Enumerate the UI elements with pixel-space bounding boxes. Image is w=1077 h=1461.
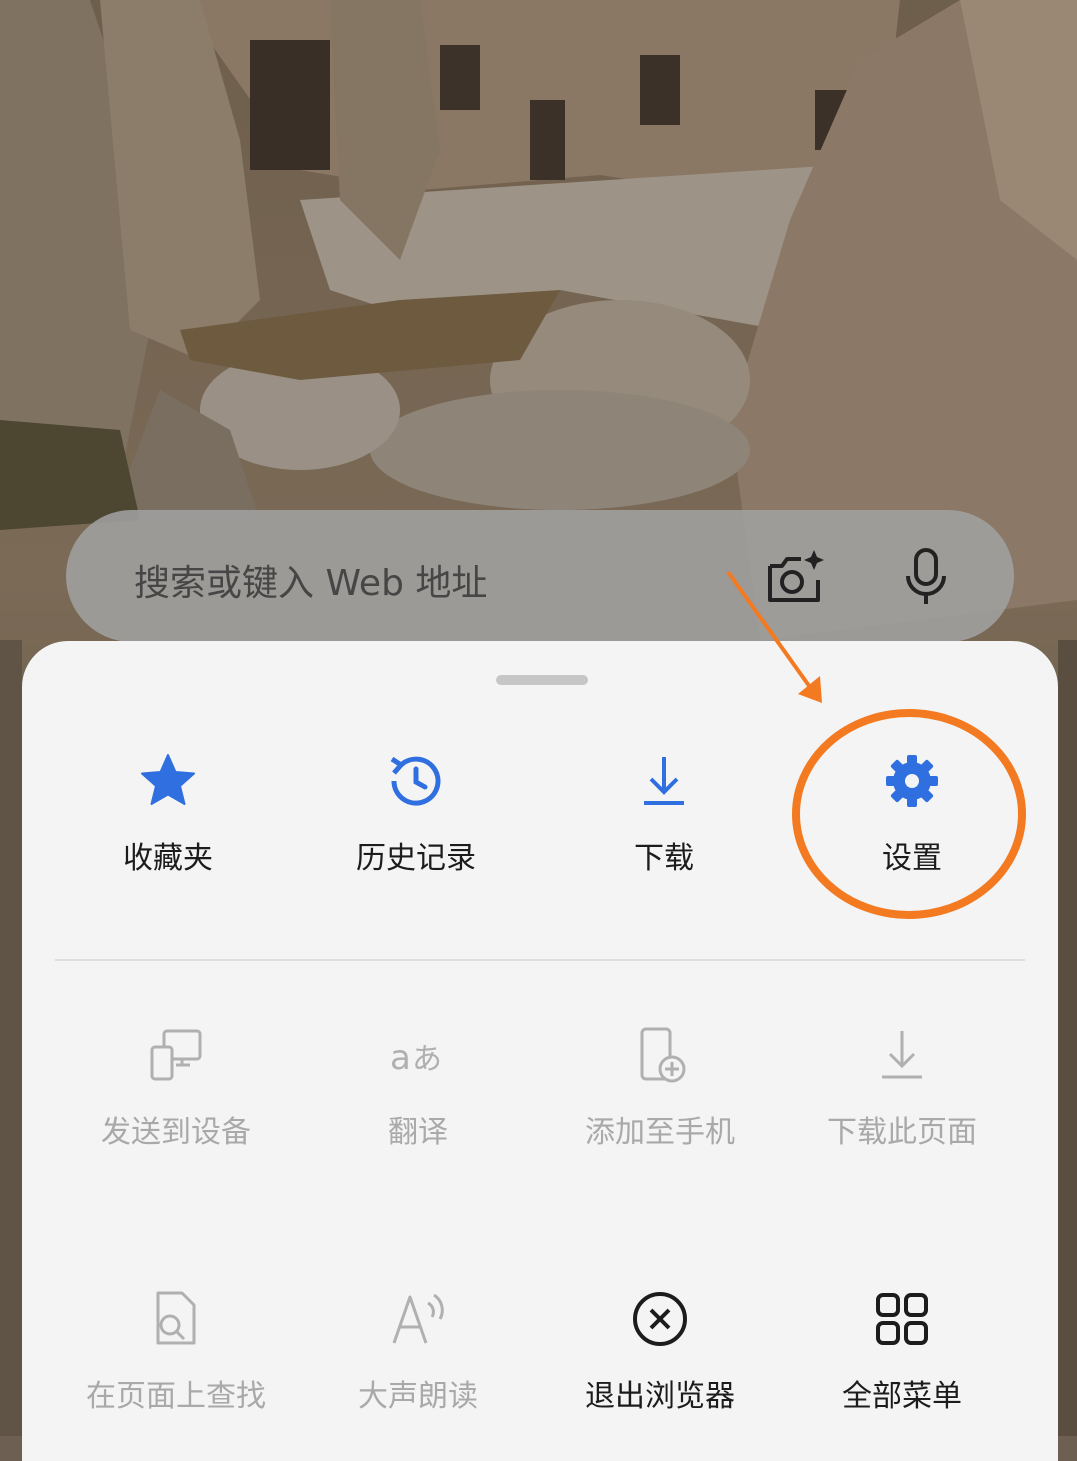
menu-item-label: 添加至手机	[585, 1115, 735, 1150]
menu-item-label: 全部菜单	[842, 1379, 962, 1414]
add-to-phone-icon	[640, 1027, 686, 1083]
send-to-device-icon	[150, 1029, 202, 1081]
menu-item-translate[interactable]: a あ 翻译	[294, 1025, 542, 1151]
menu-item-all-menu[interactable]: 全部菜单	[778, 1289, 1026, 1415]
menu-item-download-page[interactable]: 下载此页面	[778, 1025, 1026, 1151]
menu-item-find-in-page[interactable]: 在页面上查找	[52, 1289, 300, 1415]
menu-item-read-aloud[interactable]: 大声朗读	[294, 1289, 542, 1415]
menu-item-label: 翻译	[388, 1115, 448, 1150]
menu-item-send-to-device[interactable]: 发送到设备	[52, 1025, 300, 1151]
menu-item-label: 发送到设备	[101, 1115, 251, 1150]
menu-item-label: 在页面上查找	[86, 1379, 266, 1414]
svg-text:a: a	[390, 1038, 411, 1078]
grid-icon	[876, 1293, 928, 1345]
find-in-page-icon	[156, 1291, 196, 1345]
menu-item-label: 收藏夹	[123, 841, 213, 876]
download-page-icon	[882, 1031, 922, 1079]
search-bar[interactable]: 搜索或键入 Web 地址	[66, 510, 1014, 642]
menu-item-label: 下载此页面	[827, 1115, 977, 1150]
menu-item-label: 历史记录	[356, 841, 476, 876]
search-placeholder[interactable]: 搜索或键入 Web 地址	[134, 554, 487, 606]
menu-sheet: 收藏夹 历史记录 下载 设置 发送到设备 a あ 翻译 添加至手机 下载此页面 …	[22, 641, 1058, 1461]
svg-text:あ: あ	[412, 1042, 442, 1077]
menu-item-exit-browser[interactable]: 退出浏览器	[536, 1289, 784, 1415]
menu-item-label: 退出浏览器	[585, 1379, 735, 1414]
menu-item-add-to-phone[interactable]: 添加至手机	[536, 1025, 784, 1151]
exit-icon	[633, 1292, 687, 1346]
menu-item-label: 大声朗读	[358, 1379, 478, 1414]
menu-item-download[interactable]: 下载	[540, 751, 788, 877]
menu-item-label: 设置	[882, 841, 942, 876]
microphone-icon[interactable]	[896, 544, 956, 610]
camera-sparkle-icon[interactable]	[762, 544, 828, 610]
menu-item-favorites[interactable]: 收藏夹	[44, 751, 292, 877]
translate-icon: a あ	[390, 1038, 442, 1078]
history-icon	[390, 756, 441, 806]
menu-item-history[interactable]: 历史记录	[292, 751, 540, 877]
drag-handle[interactable]	[496, 675, 588, 685]
divider	[55, 959, 1025, 961]
gear-icon	[886, 755, 938, 807]
star-icon	[141, 754, 195, 805]
menu-item-label: 下载	[634, 841, 694, 876]
menu-item-settings[interactable]: 设置	[788, 751, 1036, 877]
download-icon	[644, 757, 684, 805]
read-aloud-icon	[392, 1293, 444, 1344]
